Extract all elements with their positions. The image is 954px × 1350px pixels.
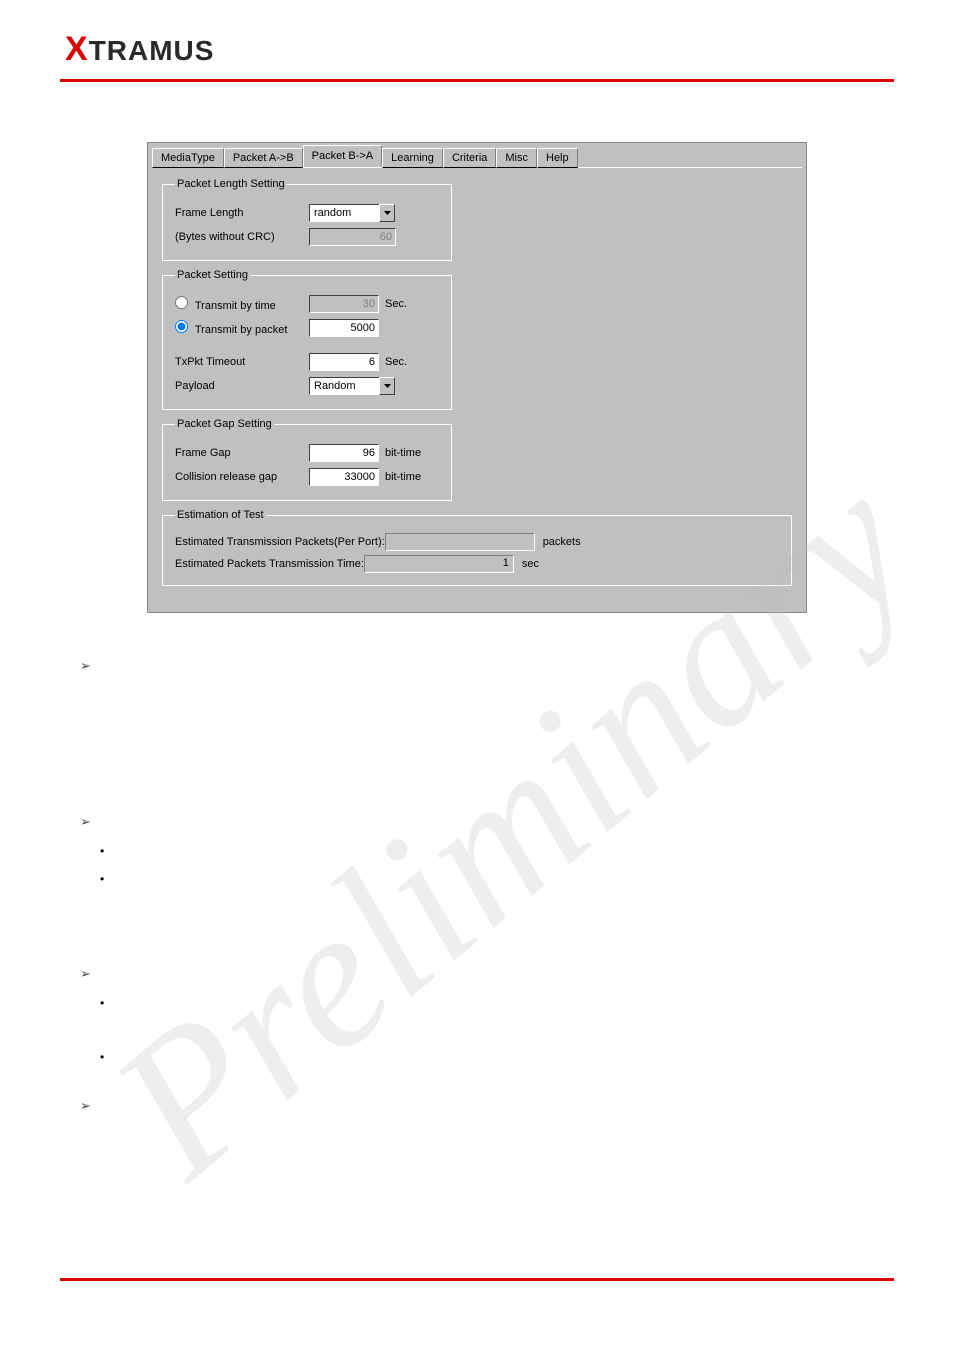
est-tx-packets-unit: packets — [543, 536, 581, 548]
payload-label: Payload — [175, 380, 303, 392]
packet-gap-legend: Packet Gap Setting — [175, 418, 274, 430]
frame-length-value[interactable] — [309, 204, 379, 222]
bullet-arrow-3: ➢ — [80, 966, 954, 982]
frame-gap-label: Frame Gap — [175, 447, 303, 459]
tab-panel-packet-ba: Packet Length Setting Frame Length (Byte… — [152, 167, 802, 600]
frame-gap-value[interactable] — [309, 444, 379, 462]
bytes-no-crc-label: (Bytes without CRC) — [175, 231, 303, 243]
collision-gap-label: Collision release gap — [175, 471, 303, 483]
transmit-by-packet-value[interactable] — [309, 319, 379, 337]
transmit-by-time-label: Transmit by time — [195, 300, 276, 312]
estimation-fieldset: Estimation of Test Estimated Transmissio… — [162, 509, 792, 586]
transmit-by-packet-option[interactable]: Transmit by packet — [175, 320, 303, 336]
chevron-down-icon[interactable] — [379, 204, 395, 222]
transmit-by-time-value — [309, 295, 379, 313]
brand-logo: XTRAMUS — [65, 30, 214, 69]
tab-packet-ab[interactable]: Packet A->B — [224, 148, 303, 168]
est-tx-packets-value — [385, 533, 535, 551]
header-divider — [60, 79, 894, 82]
brand-logo-x: X — [65, 30, 89, 68]
frame-length-dropdown[interactable] — [309, 204, 395, 222]
est-time-value: 1 — [364, 555, 514, 573]
bullet-dot-2: • — [100, 872, 954, 886]
tab-misc[interactable]: Misc — [496, 148, 537, 168]
tab-help[interactable]: Help — [537, 148, 578, 168]
tab-bar: MediaType Packet A->B Packet B->A Learni… — [148, 143, 806, 167]
packet-gap-fieldset: Packet Gap Setting Frame Gap bit-time Co… — [162, 418, 452, 501]
packet-setting-fieldset: Packet Setting Transmit by time Sec. Tra… — [162, 269, 452, 410]
frame-length-label: Frame Length — [175, 207, 303, 219]
frame-gap-unit: bit-time — [385, 447, 421, 459]
packet-length-legend: Packet Length Setting — [175, 178, 287, 190]
bullet-arrow-1: ➢ — [80, 658, 954, 674]
est-tx-packets-label: Estimated Transmission Packets(Per Port)… — [175, 536, 385, 548]
bytes-no-crc-value — [309, 228, 396, 246]
est-time-label: Estimated Packets Transmission Time: — [175, 558, 364, 570]
footer-divider — [60, 1278, 894, 1281]
transmit-by-time-radio[interactable] — [175, 296, 188, 309]
tab-packet-ba[interactable]: Packet B->A — [303, 145, 382, 167]
packet-setting-legend: Packet Setting — [175, 269, 250, 281]
est-time-unit: sec — [522, 558, 539, 570]
transmit-by-time-option[interactable]: Transmit by time — [175, 296, 303, 312]
transmit-by-packet-label: Transmit by packet — [195, 324, 288, 336]
bullet-dot-4: • — [100, 1050, 954, 1064]
tab-criteria[interactable]: Criteria — [443, 148, 496, 168]
page-header: XTRAMUS — [0, 0, 954, 79]
bullet-dot-1: • — [100, 844, 954, 858]
payload-dropdown[interactable] — [309, 377, 395, 395]
transmit-by-packet-radio[interactable] — [175, 320, 188, 333]
settings-dialog: MediaType Packet A->B Packet B->A Learni… — [147, 142, 807, 613]
bullet-dot-3: • — [100, 996, 954, 1010]
transmit-by-time-unit: Sec. — [385, 298, 407, 310]
collision-gap-unit: bit-time — [385, 471, 421, 483]
bullet-arrow-4: ➢ — [80, 1098, 954, 1114]
payload-value[interactable] — [309, 377, 379, 395]
bullet-list: ➢ ➢ • • ➢ • • ➢ — [80, 658, 954, 1114]
tab-learning[interactable]: Learning — [382, 148, 443, 168]
txpkt-timeout-value[interactable] — [309, 353, 379, 371]
collision-gap-value[interactable] — [309, 468, 379, 486]
txpkt-timeout-label: TxPkt Timeout — [175, 356, 303, 368]
tab-mediatype[interactable]: MediaType — [152, 148, 224, 168]
chevron-down-icon[interactable] — [379, 377, 395, 395]
bullet-arrow-2: ➢ — [80, 814, 954, 830]
estimation-legend: Estimation of Test — [175, 509, 266, 521]
txpkt-timeout-unit: Sec. — [385, 356, 407, 368]
packet-length-fieldset: Packet Length Setting Frame Length (Byte… — [162, 178, 452, 261]
